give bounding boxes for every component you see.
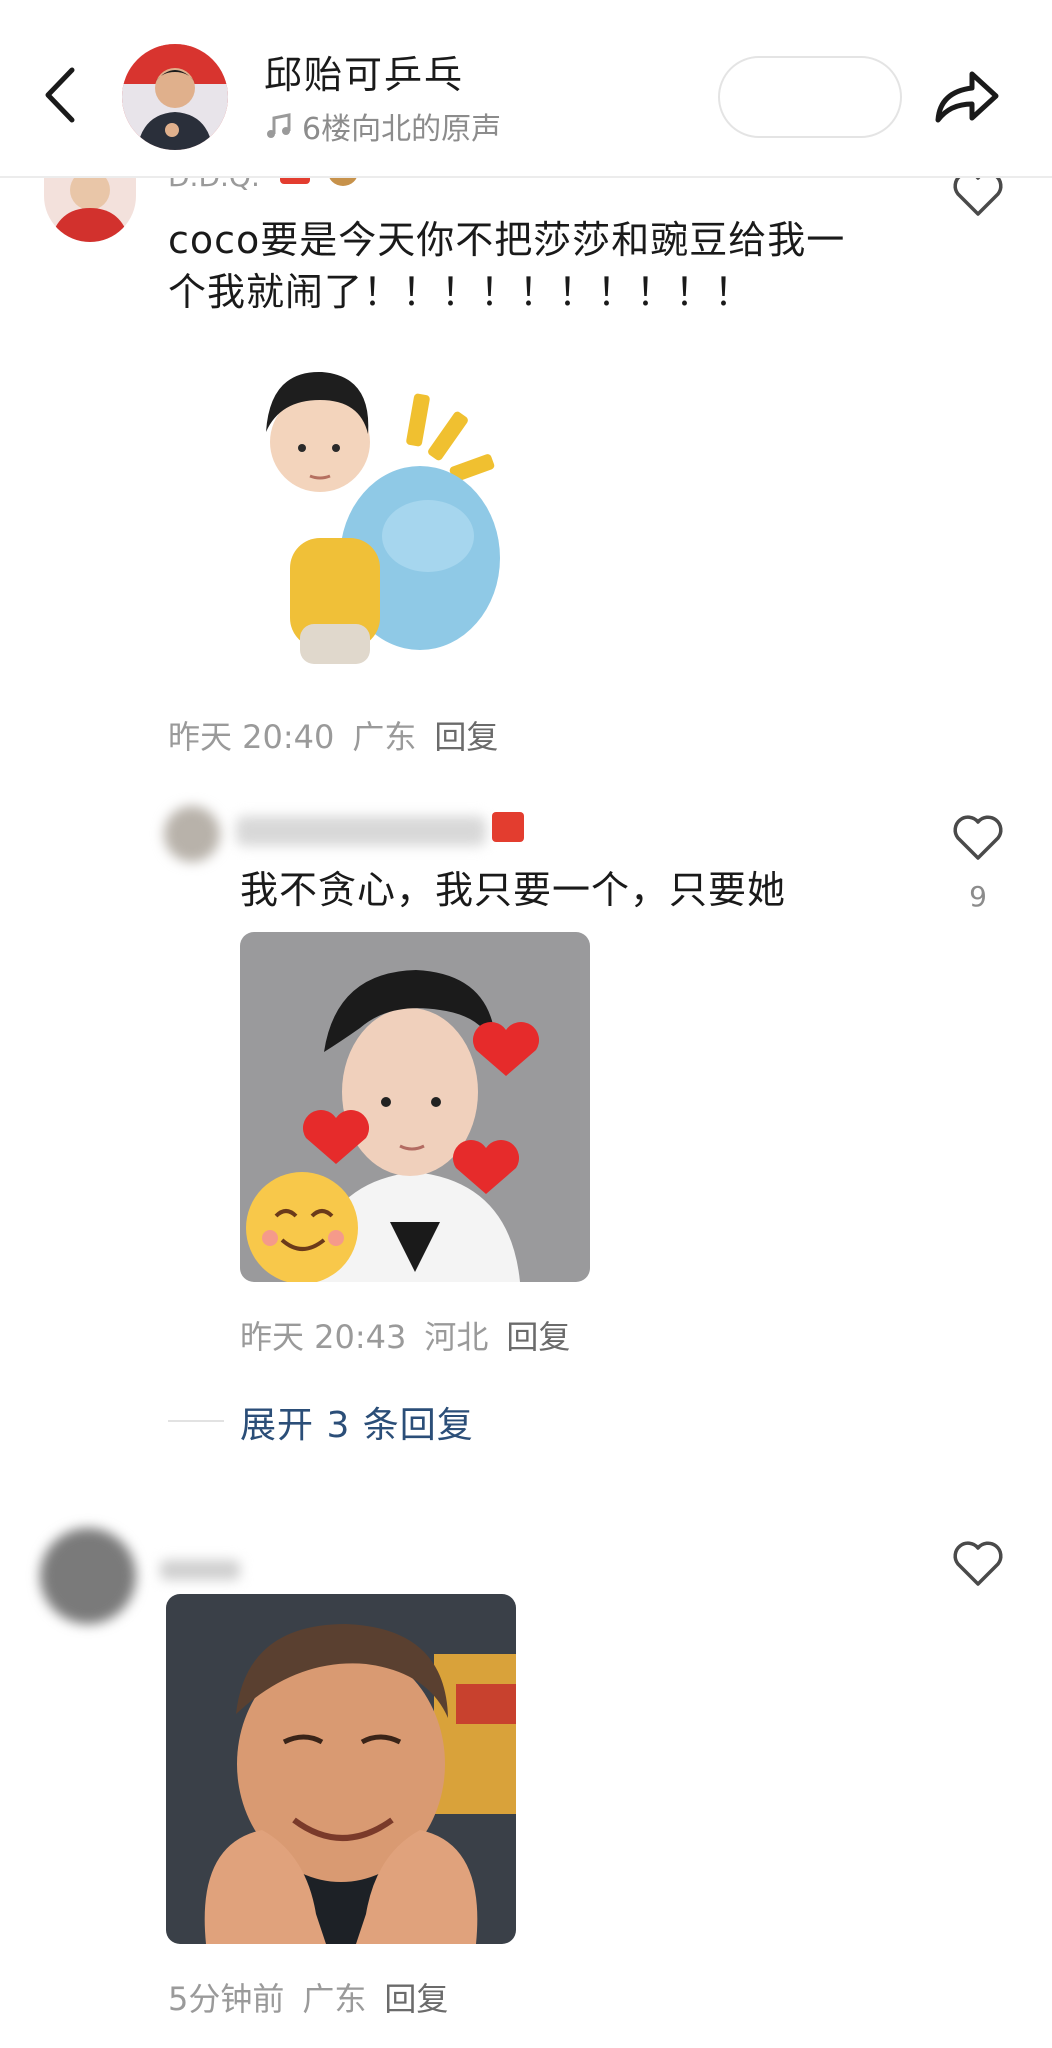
reply-button[interactable]: 回复: [506, 1312, 570, 1358]
reply-button[interactable]: 回复: [384, 1974, 448, 2020]
author-avatar[interactable]: [122, 44, 228, 150]
commenter-avatar[interactable]: [44, 176, 136, 242]
comment-location: 广东: [302, 1980, 367, 2018]
comment-meta: 5分钟前 广东 回复: [168, 1974, 448, 2020]
page-title: 邱贻可乒乓: [264, 53, 465, 97]
comment-text-line: coco要是今天你不把莎莎和豌豆给我一: [168, 218, 846, 262]
like-heart-icon[interactable]: [950, 810, 1006, 866]
comment-time: 5分钟前: [168, 1980, 285, 2018]
commenter-avatar[interactable]: [164, 806, 220, 862]
comment-meta: 昨天 20:43 河北 回复: [240, 1312, 570, 1358]
like-heart-icon[interactable]: [950, 1536, 1006, 1592]
commenter-name-blurred[interactable]: [236, 816, 486, 846]
top-bar: 邱贻可乒乓 6楼向北的原声: [0, 0, 1052, 178]
child-with-blue-backpack-sticker[interactable]: [250, 348, 530, 678]
comment-time: 昨天 20:40: [168, 718, 335, 756]
comment-text-line: 个我就闹了！！！！！！！！！！: [168, 270, 754, 314]
follow-button[interactable]: [718, 56, 902, 138]
reply-button[interactable]: 回复: [434, 712, 498, 758]
girl-with-hearts-sticker[interactable]: [240, 932, 590, 1282]
sound-source-label: 6楼向北的原声: [302, 112, 502, 147]
comment-location: 广东: [352, 718, 417, 756]
comment-meta: 昨天 20:40 广东 回复: [168, 712, 498, 758]
comment-location: 河北: [424, 1318, 489, 1356]
comment-time: 昨天 20:43: [240, 1318, 407, 1356]
smiling-man-hands-on-chin-photo[interactable]: [166, 1594, 516, 1944]
music-note-icon: [267, 113, 291, 138]
chevron-left-icon[interactable]: [40, 66, 80, 124]
fries-emoji-icon: [492, 812, 524, 842]
comment-text: coco要是今天你不把莎莎和豌豆给我一 个我就闹了！！！！！！！！！！: [168, 214, 845, 318]
like-count: 9: [969, 880, 987, 913]
expand-replies-link[interactable]: 展开 3 条回复: [240, 1396, 474, 1448]
commenter-avatar[interactable]: [40, 1528, 136, 1624]
sound-source[interactable]: 6楼向北的原声: [264, 104, 501, 148]
share-arrow-icon[interactable]: [932, 66, 1002, 126]
expand-divider: [168, 1420, 224, 1422]
comment-text: 我不贪心，我只要一个，只要她: [240, 868, 787, 912]
commenter-name-blurred[interactable]: [160, 1560, 240, 1580]
